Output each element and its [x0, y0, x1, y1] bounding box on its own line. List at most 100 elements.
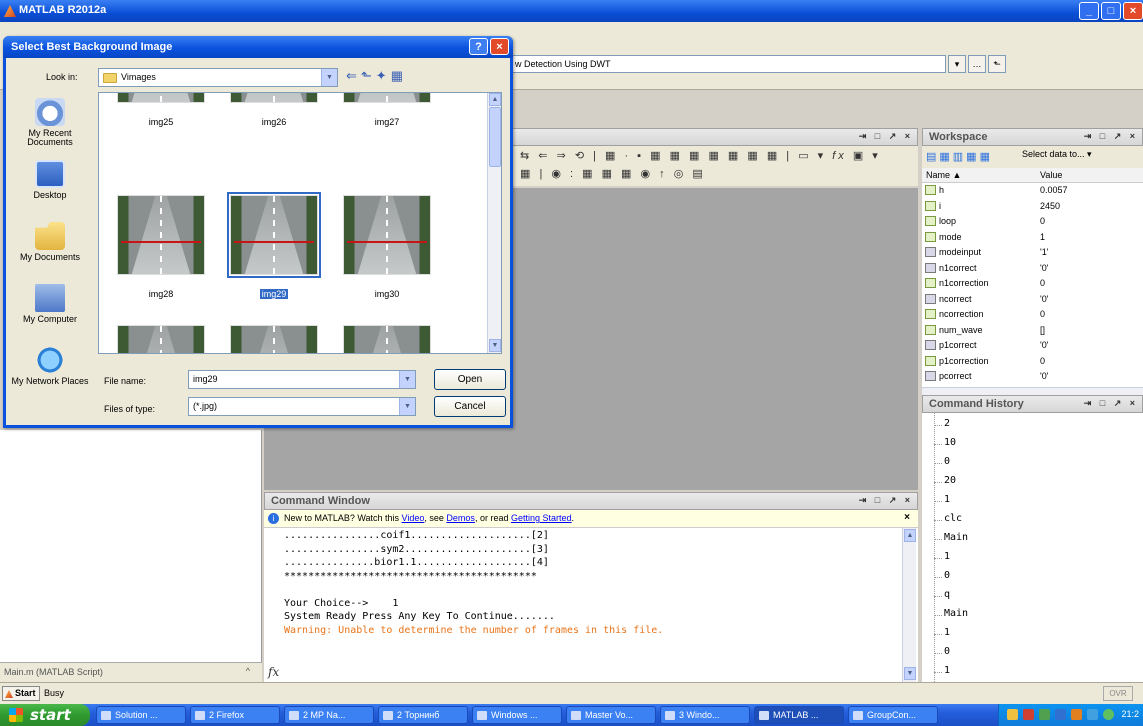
taskbar-button[interactable]: GroupCon...: [848, 706, 938, 724]
workspace-variable-row[interactable]: num_wave []: [922, 324, 1143, 338]
taskbar-button[interactable]: Master Vo...: [566, 706, 656, 724]
panel-controls[interactable]: ⇥ □ ↗ ×: [1084, 131, 1138, 142]
file-name-input[interactable]: img29 ▼: [188, 370, 416, 389]
tray-icon[interactable]: [1055, 709, 1066, 720]
command-window-output[interactable]: ................coif1...................…: [264, 528, 918, 682]
tray-icon[interactable]: [1007, 709, 1018, 720]
current-directory-field[interactable]: w Detection Using DWT: [510, 55, 946, 73]
select-data-dropdown[interactable]: Select data to... ▾: [1022, 149, 1092, 160]
tray-icon[interactable]: [1039, 709, 1050, 720]
history-item[interactable]: 0: [934, 569, 1134, 585]
video-link[interactable]: Video: [402, 513, 425, 523]
view-menu-icon[interactable]: ▦: [391, 68, 407, 83]
taskbar-button[interactable]: 3 Windo...: [660, 706, 750, 724]
tray-icon[interactable]: [1071, 709, 1082, 720]
workspace-tool-icons[interactable]: ▤▦▥▦▦: [926, 150, 993, 163]
workspace-variable-row[interactable]: ncorrection 0: [922, 308, 1143, 322]
history-item[interactable]: 0: [934, 645, 1134, 661]
scroll-up-icon[interactable]: ▲: [904, 529, 916, 542]
workspace-variable-row[interactable]: n1correct '0': [922, 262, 1143, 276]
taskbar-button[interactable]: 2 Торнинб: [378, 706, 468, 724]
history-item[interactable]: 1: [934, 550, 1134, 566]
history-item[interactable]: 0: [934, 455, 1134, 471]
browse-folder-button[interactable]: …: [968, 55, 986, 73]
place-my-documents[interactable]: My Documents: [8, 218, 92, 278]
string-variable-icon: [925, 340, 936, 350]
history-item[interactable]: 2: [934, 417, 1134, 433]
workspace-variable-row[interactable]: n1correction 0: [922, 277, 1143, 291]
tray-icon[interactable]: [1023, 709, 1034, 720]
editor-toolbar-row-2[interactable]: ▦ | ◉ : ▦ ▦ ▦ ◉ ↑ ◎ ▤: [520, 167, 706, 185]
history-item[interactable]: q: [934, 588, 1134, 604]
chevron-down-icon[interactable]: ▼: [321, 69, 337, 86]
panel-controls[interactable]: ⇥ □ ↗ ×: [859, 495, 913, 506]
place-my-computer[interactable]: My Computer: [8, 280, 92, 340]
close-info-icon[interactable]: ×: [904, 512, 910, 523]
history-item[interactable]: clc: [934, 512, 1134, 528]
value-column-header[interactable]: Value: [1040, 170, 1062, 180]
taskbar-button[interactable]: Windows ...: [472, 706, 562, 724]
file-thumbnail: [117, 93, 205, 103]
history-item[interactable]: 1: [934, 626, 1134, 642]
name-column-header[interactable]: Name ▲: [926, 170, 961, 180]
up-folder-icon[interactable]: ⬑: [988, 55, 1006, 73]
cancel-button[interactable]: Cancel: [434, 396, 506, 417]
workspace-variable-row[interactable]: i 2450: [922, 200, 1143, 214]
look-in-dropdown[interactable]: Vimages ▼: [98, 68, 338, 87]
maximize-button[interactable]: □: [1101, 2, 1121, 20]
new-folder-icon[interactable]: ✦: [376, 68, 391, 83]
back-icon[interactable]: ⇐: [346, 68, 361, 83]
getting-started-link[interactable]: Getting Started: [511, 513, 572, 523]
info-text: New to MATLAB? Watch this: [284, 513, 402, 523]
output-line: ****************************************…: [284, 570, 537, 582]
history-item[interactable]: 1: [934, 493, 1134, 509]
command-window-scrollbar[interactable]: ▲ ▼: [902, 528, 916, 682]
chevron-down-icon[interactable]: ▼: [399, 398, 415, 415]
chevron-up-icon[interactable]: ^: [246, 666, 250, 676]
chevron-down-icon[interactable]: ▼: [399, 371, 415, 388]
tray-icon[interactable]: [1103, 709, 1114, 720]
start-button[interactable]: start: [0, 704, 90, 726]
editor-toolbar-row-1[interactable]: ⇆ ⇐ ⇒ ⟲ | ▦ · ▪ ▦ ▦ ▦ ▦ ▦ ▦ ▦ | ▭ ▾ fx ▣…: [520, 149, 881, 167]
matlab-start-button[interactable]: Start: [2, 686, 40, 701]
scroll-up-icon[interactable]: ▲: [489, 93, 501, 106]
place-my-network-places[interactable]: My Network Places: [8, 342, 92, 402]
dialog-close-button[interactable]: ×: [490, 38, 509, 55]
taskbar-button[interactable]: MATLAB ...: [754, 706, 844, 724]
scroll-down-icon[interactable]: ▼: [489, 339, 501, 352]
up-folder-icon[interactable]: ⬑: [361, 68, 376, 83]
history-item[interactable]: Main: [934, 607, 1134, 623]
open-button[interactable]: Open: [434, 369, 506, 390]
tray-icon[interactable]: [1087, 709, 1098, 720]
workspace-variable-row[interactable]: loop 0: [922, 215, 1143, 229]
help-button[interactable]: ?: [469, 38, 488, 55]
workspace-variable-row[interactable]: pcorrect '0': [922, 370, 1143, 384]
file-type-select[interactable]: (*.jpg) ▼: [188, 397, 416, 416]
demos-link[interactable]: Demos: [446, 513, 475, 523]
directory-dropdown-button[interactable]: ▾: [948, 55, 966, 73]
close-button[interactable]: ×: [1123, 2, 1143, 20]
minimize-button[interactable]: _: [1079, 2, 1099, 20]
fx-icon[interactable]: fx: [264, 662, 280, 682]
history-item[interactable]: 1: [934, 664, 1134, 680]
panel-controls[interactable]: ⇥ □ ↗ ×: [859, 131, 913, 142]
history-item[interactable]: 20: [934, 474, 1134, 490]
workspace-variable-row[interactable]: mode 1: [922, 231, 1143, 245]
history-item[interactable]: Main: [934, 531, 1134, 547]
history-item[interactable]: 10: [934, 436, 1134, 452]
place-my-recent-documents[interactable]: My Recent Documents: [8, 94, 92, 154]
workspace-variable-row[interactable]: modeinput '1': [922, 246, 1143, 260]
taskbar-button[interactable]: 2 MP Na...: [284, 706, 374, 724]
scroll-down-icon[interactable]: ▼: [904, 667, 916, 680]
history-command: 1: [944, 665, 951, 676]
taskbar-button[interactable]: Solution ...: [96, 706, 186, 724]
workspace-variable-row[interactable]: h 0.0057: [922, 184, 1143, 198]
taskbar-button[interactable]: 2 Firefox: [190, 706, 280, 724]
panel-controls[interactable]: ⇥ □ ↗ ×: [1084, 398, 1138, 409]
workspace-variable-row[interactable]: p1correct '0': [922, 339, 1143, 353]
place-desktop[interactable]: Desktop: [8, 156, 92, 216]
workspace-variable-row[interactable]: ncorrect '0': [922, 293, 1143, 307]
file-list-scrollbar[interactable]: ▲ ▼: [487, 93, 501, 353]
workspace-variable-row[interactable]: p1correction 0: [922, 355, 1143, 369]
scroll-thumb[interactable]: [489, 107, 501, 167]
